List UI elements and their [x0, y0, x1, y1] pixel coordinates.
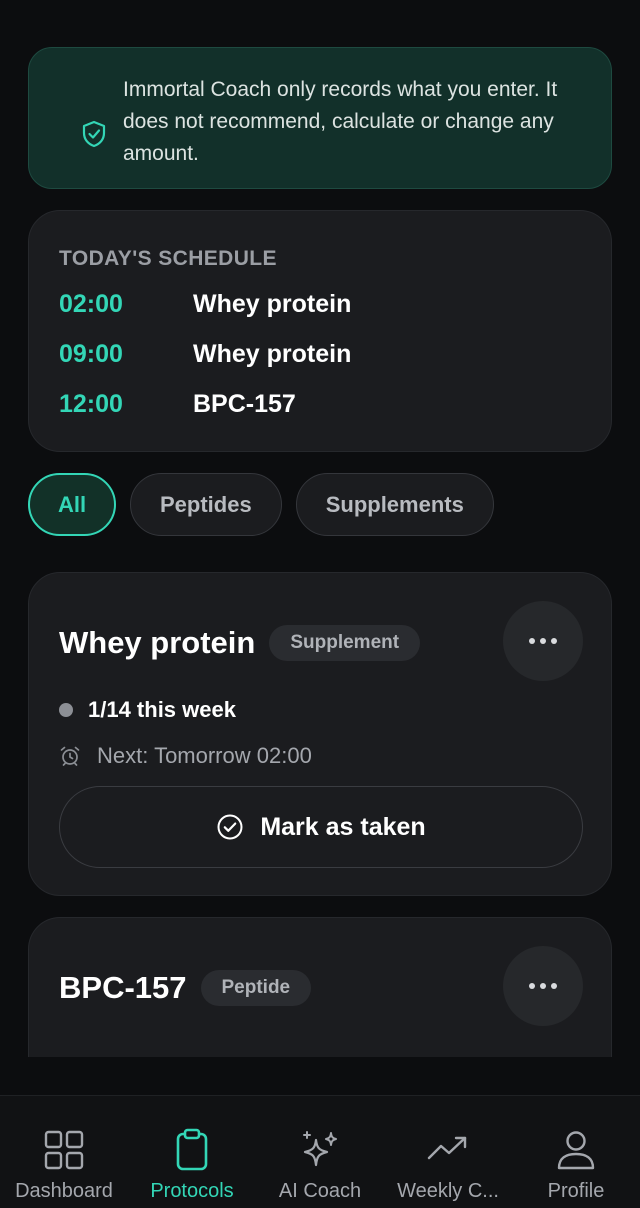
schedule-item: 02:00 Whey protein — [59, 279, 581, 329]
nav-label: Protocols — [150, 1180, 234, 1202]
check-circle-icon — [217, 814, 243, 840]
next-dose: Next: Tomorrow 02:00 — [59, 743, 312, 769]
bottom-navigation: Dashboard Protocols AI Coach Weekly C... — [0, 1095, 640, 1208]
shield-check-icon — [82, 120, 106, 148]
more-options-button[interactable] — [503, 601, 583, 681]
nav-item-protocols[interactable]: Protocols — [128, 1096, 256, 1208]
status-dot-icon — [59, 703, 73, 717]
todays-schedule-card: TODAY'S SCHEDULE 02:00 Whey protein 09:0… — [28, 210, 612, 452]
schedule-list: 02:00 Whey protein 09:00 Whey protein 12… — [59, 279, 581, 429]
nav-label: AI Coach — [278, 1180, 362, 1202]
schedule-item: 12:00 BPC-157 — [59, 379, 581, 429]
mark-as-taken-button[interactable]: Mark as taken — [59, 786, 583, 868]
nav-label: Dashboard — [15, 1180, 113, 1202]
more-options-button[interactable] — [503, 946, 583, 1026]
clipboard-icon — [176, 1128, 208, 1171]
more-dot — [551, 983, 557, 989]
alarm-clock-icon — [60, 746, 80, 766]
schedule-time: 02:00 — [59, 289, 123, 318]
protocols-screen: Immortal Coach only records what you ent… — [0, 0, 640, 1208]
nav-item-weekly-check[interactable]: Weekly C... — [384, 1096, 512, 1208]
schedule-name: BPC-157 — [193, 389, 296, 418]
more-dot — [540, 638, 546, 644]
nav-item-ai-coach[interactable]: AI Coach — [256, 1096, 384, 1208]
protocol-header: Whey protein Supplement — [59, 625, 421, 661]
more-dot — [540, 983, 546, 989]
schedule-item: 09:00 Whey protein — [59, 329, 581, 379]
protocol-header: BPC-157 Peptide — [59, 970, 312, 1006]
schedule-heading: TODAY'S SCHEDULE — [59, 247, 277, 270]
filter-chip-all[interactable]: All — [28, 473, 116, 536]
mark-as-taken-label: Mark as taken — [260, 812, 426, 841]
more-dot — [551, 638, 557, 644]
grid-icon — [44, 1130, 84, 1170]
nav-label: Weekly C... — [397, 1180, 499, 1202]
trend-up-icon — [427, 1136, 467, 1160]
more-dots-icon — [529, 638, 535, 644]
progress-text: 1/14 this week — [88, 697, 236, 722]
protocol-name: BPC-157 — [59, 970, 187, 1005]
filter-chips: All Peptides Supplements — [28, 473, 494, 536]
schedule-time: 12:00 — [59, 389, 123, 418]
disclaimer-banner: Immortal Coach only records what you ent… — [28, 47, 612, 189]
nav-label: Profile — [547, 1180, 605, 1202]
disclaimer-text: Immortal Coach only records what you ent… — [123, 78, 558, 165]
protocol-type-badge: Supplement — [269, 625, 421, 661]
weekly-progress: 1/14 this week — [59, 697, 236, 723]
more-dots-icon — [529, 983, 535, 989]
filter-chip-peptides[interactable]: Peptides — [130, 473, 282, 536]
schedule-name: Whey protein — [193, 289, 352, 318]
protocol-card-whey-protein: Whey protein Supplement 1/14 this week N… — [28, 572, 612, 896]
nav-item-profile[interactable]: Profile — [512, 1096, 640, 1208]
protocol-name: Whey protein — [59, 625, 256, 660]
nav-item-dashboard[interactable]: Dashboard — [0, 1096, 128, 1208]
filter-chip-supplements[interactable]: Supplements — [295, 473, 494, 536]
sparkles-icon — [303, 1131, 337, 1167]
protocol-card-bpc-157: BPC-157 Peptide — [28, 917, 612, 1057]
next-dose-text: Next: Tomorrow 02:00 — [97, 743, 312, 768]
schedule-name: Whey protein — [193, 339, 352, 368]
user-icon — [557, 1131, 595, 1170]
schedule-time: 09:00 — [59, 339, 123, 368]
protocol-type-badge: Peptide — [200, 970, 312, 1006]
